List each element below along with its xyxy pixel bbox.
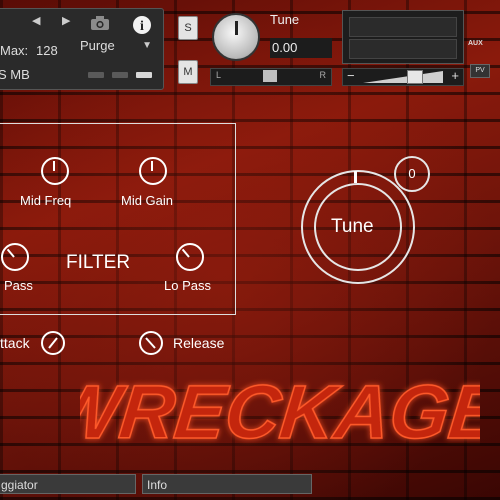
pan-right-label: R: [319, 70, 327, 80]
svg-text:i: i: [140, 19, 144, 34]
pan-slider-handle[interactable]: [263, 70, 277, 82]
tune-label: Tune: [270, 12, 300, 27]
tab-arpeggiator[interactable]: ggiator: [0, 474, 136, 494]
output-meter: [342, 10, 464, 64]
volume-plus-label: +: [451, 68, 459, 83]
attack-label: ttack: [0, 335, 30, 351]
tab-info[interactable]: Info: [142, 474, 312, 494]
purge-led-2: [112, 72, 128, 78]
pv-button[interactable]: PV: [470, 64, 490, 78]
purge-label: Purge: [80, 38, 115, 53]
mid-freq-label: Mid Freq: [20, 193, 72, 208]
wreckage-logo: WRECKAGE: [80, 369, 480, 455]
lo-pass-label: Lo Pass: [164, 278, 211, 293]
chevron-down-icon: ▼: [142, 40, 152, 51]
lo-pass-knob[interactable]: [176, 243, 204, 271]
prev-arrow-icon[interactable]: ◀: [32, 14, 40, 27]
max-voices-value[interactable]: 128: [36, 43, 58, 58]
memory-label: S MB: [0, 67, 30, 82]
camera-icon[interactable]: [90, 15, 110, 31]
tune-knob-indicator: [235, 21, 238, 35]
next-arrow-icon[interactable]: ▶: [62, 14, 70, 27]
volume-slider[interactable]: − +: [342, 68, 464, 86]
hi-pass-knob[interactable]: [1, 243, 29, 271]
volume-ramp: [363, 71, 443, 83]
solo-button[interactable]: S: [178, 16, 198, 40]
mute-button[interactable]: M: [178, 60, 198, 84]
hi-pass-label: Pass: [4, 278, 33, 293]
info-icon[interactable]: i: [132, 15, 152, 35]
tune-value-field[interactable]: 0.00: [270, 38, 332, 58]
tune-knob[interactable]: [212, 13, 260, 61]
pan-left-label: L: [216, 70, 222, 80]
release-label: Release: [173, 335, 225, 351]
purge-dropdown[interactable]: Purge ▼: [80, 38, 154, 56]
purge-led-1: [88, 72, 104, 78]
mid-freq-knob[interactable]: [41, 157, 69, 185]
tune-dial-value: 0: [394, 156, 430, 192]
filter-title: FILTER: [66, 252, 131, 273]
logo-text: WRECKAGE: [80, 370, 480, 455]
volume-minus-label: −: [347, 68, 355, 83]
mid-gain-label: Mid Gain: [121, 193, 174, 208]
instrument-panel: ◀ ▶ i Max: 128 S MB Purge ▼ S M Tune 0.0…: [0, 0, 500, 500]
meter-left-channel: [349, 17, 457, 37]
purge-led-3: [136, 72, 152, 78]
max-voices-label: Max:: [0, 43, 29, 58]
volume-slider-handle[interactable]: [407, 70, 423, 84]
aux-label[interactable]: AUX: [468, 40, 483, 47]
tune-dial-label: Tune: [331, 216, 374, 237]
mid-gain-knob[interactable]: [139, 157, 167, 185]
release-knob[interactable]: [138, 330, 164, 356]
attack-knob[interactable]: [40, 330, 66, 356]
tune-dial-indicator: [354, 171, 357, 183]
pan-slider[interactable]: L R: [210, 68, 332, 86]
meter-right-channel: [349, 39, 457, 59]
